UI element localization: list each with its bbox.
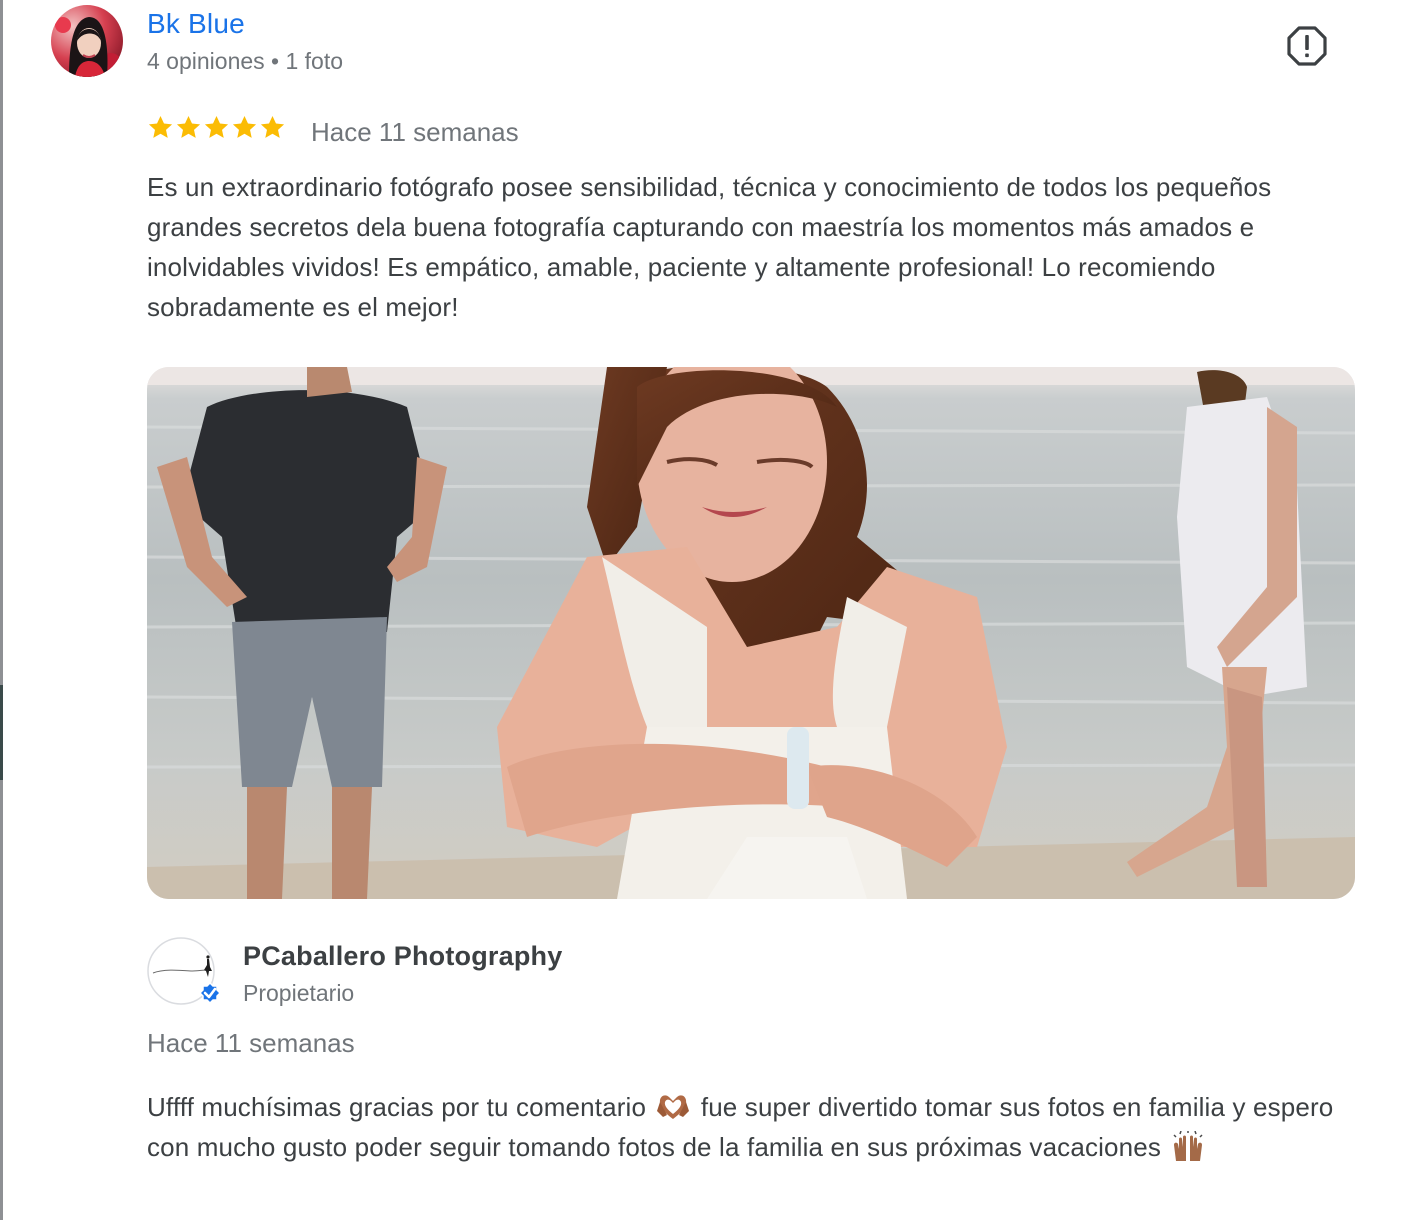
star-icon <box>176 116 201 138</box>
owner-logo-image <box>147 937 222 1005</box>
reply-timestamp: Hace 11 semanas <box>147 1028 355 1058</box>
owner-avatar[interactable] <box>147 937 222 1009</box>
owner-name: PCaballero Photography <box>243 941 563 971</box>
star-icon <box>204 116 229 138</box>
beach-photo-image <box>147 367 1355 899</box>
reply-text: Uffff muchísimas gracias por tu comentar… <box>147 1087 1367 1167</box>
left-edge-accent <box>0 685 3 780</box>
reply-text-part1: Uffff muchísimas gracias por tu comentar… <box>147 1092 647 1122</box>
report-flag-icon[interactable] <box>1285 24 1329 68</box>
left-edge-divider <box>0 0 3 1220</box>
star-icon <box>232 116 257 138</box>
owner-role: Propietario <box>243 980 355 1006</box>
verified-check-icon <box>198 981 222 1005</box>
reviewer-meta[interactable]: 4 opiniones • 1 foto <box>147 46 343 76</box>
reviewer-avatar-image <box>51 5 123 77</box>
star-rating <box>147 114 286 141</box>
review-photo[interactable] <box>147 367 1355 899</box>
review-timestamp: Hace 11 semanas <box>311 117 519 147</box>
heart-hands-icon <box>657 1095 690 1119</box>
review-text: Es un extraordinario fotógrafo posee sen… <box>147 172 1272 322</box>
raising-hands-icon <box>1173 1131 1203 1161</box>
reviewer-name[interactable]: Bk Blue <box>147 6 245 42</box>
star-icon <box>148 116 173 138</box>
review-card: Bk Blue 4 opiniones • 1 foto Hace 11 sem… <box>0 0 1403 1220</box>
star-icon <box>260 116 285 138</box>
reviewer-avatar[interactable] <box>51 5 123 77</box>
